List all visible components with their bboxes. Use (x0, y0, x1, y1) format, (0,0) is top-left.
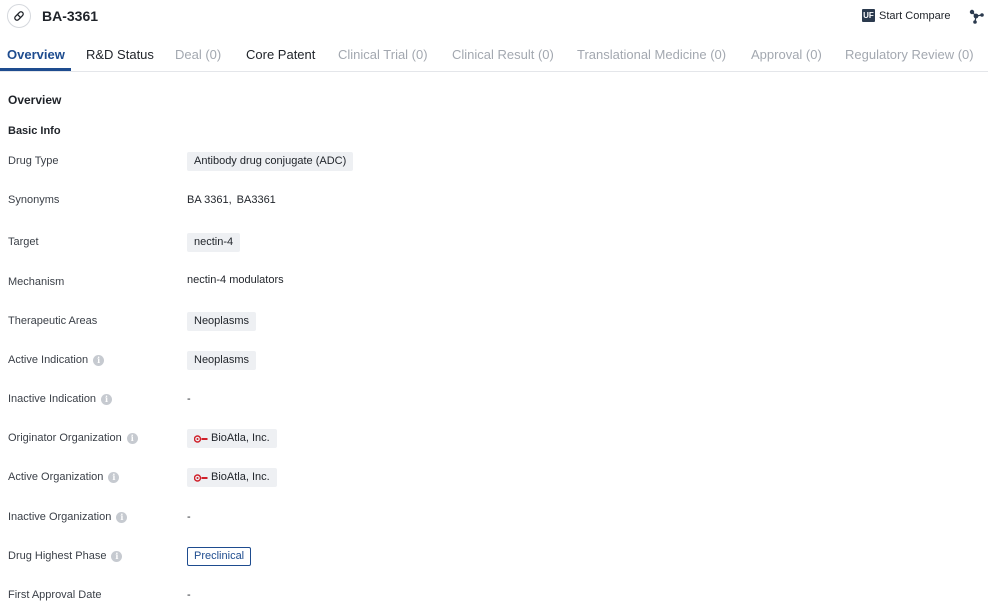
synonyms-value: BA 3361, BA3361 (187, 194, 276, 206)
originator-org-chip[interactable]: BioAtla, Inc. (187, 429, 277, 448)
active-org-label: Active Organization i (8, 471, 119, 483)
info-icon[interactable]: i (127, 433, 138, 444)
target-label: Target (8, 236, 39, 248)
active-indication-chip[interactable]: Neoplasms (187, 351, 256, 370)
inactive-indication-label: Inactive Indication i (8, 393, 112, 405)
bioatla-logo-icon (194, 474, 208, 482)
therapeutic-area-chip[interactable]: Neoplasms (187, 312, 256, 331)
compare-icon: UF (862, 9, 875, 22)
drug-type-label: Drug Type (8, 155, 59, 167)
first-approval-value: - (187, 589, 191, 601)
highest-phase-value: Preclinical (187, 547, 251, 566)
tab-core-patent[interactable]: Core Patent (246, 47, 315, 62)
mechanism-value: nectin-4 modulators (187, 274, 284, 286)
synonyms-label: Synonyms (8, 194, 59, 206)
basic-info-heading: Basic Info (8, 125, 61, 137)
drug-type-chip[interactable]: Antibody drug conjugate (ADC) (187, 152, 353, 171)
active-org-name: BioAtla, Inc. (211, 468, 270, 487)
drug-title: BA-3361 (42, 8, 98, 24)
info-icon[interactable]: i (101, 394, 112, 405)
drug-type-value: Antibody drug conjugate (ADC) (187, 152, 353, 171)
overview-heading: Overview (8, 93, 61, 107)
network-graph-icon[interactable] (968, 8, 984, 24)
page-header: BA-3361 UF Start Compare (0, 0, 988, 34)
active-tab-indicator (0, 68, 71, 71)
tab-approval[interactable]: Approval (0) (751, 47, 822, 62)
active-indication-label: Active Indication i (8, 354, 104, 366)
synonym-item: BA 3361, (187, 194, 232, 206)
inactive-org-text: - (187, 511, 191, 523)
therapeutic-areas-value: Neoplasms (187, 312, 256, 331)
tab-rd-status[interactable]: R&D Status (86, 47, 154, 62)
target-chip[interactable]: nectin-4 (187, 233, 240, 252)
start-compare-button[interactable]: UF Start Compare (862, 9, 951, 22)
therapeutic-areas-label: Therapeutic Areas (8, 315, 97, 327)
info-icon[interactable]: i (93, 355, 104, 366)
tab-clinical-trial[interactable]: Clinical Trial (0) (338, 47, 428, 62)
info-icon[interactable]: i (108, 472, 119, 483)
tab-clinical-result[interactable]: Clinical Result (0) (452, 47, 554, 62)
originator-org-label: Originator Organization i (8, 432, 138, 444)
highest-phase-badge[interactable]: Preclinical (187, 547, 251, 566)
info-icon[interactable]: i (111, 551, 122, 562)
originator-org-value: BioAtla, Inc. (187, 429, 277, 448)
first-approval-label: First Approval Date (8, 589, 102, 601)
info-icon[interactable]: i (116, 512, 127, 523)
active-org-value: BioAtla, Inc. (187, 468, 277, 487)
mechanism-text: nectin-4 modulators (187, 274, 284, 286)
highest-phase-label: Drug Highest Phase i (8, 550, 122, 562)
bioatla-logo-icon (194, 435, 208, 443)
inactive-indication-text: - (187, 393, 191, 405)
tab-regulatory-review[interactable]: Regulatory Review (0) (845, 47, 974, 62)
active-indication-value: Neoplasms (187, 351, 256, 370)
inactive-org-label: Inactive Organization i (8, 511, 127, 523)
active-org-chip[interactable]: BioAtla, Inc. (187, 468, 277, 487)
tab-overview[interactable]: Overview (7, 47, 65, 62)
tab-deal[interactable]: Deal (0) (175, 47, 221, 62)
originator-org-name: BioAtla, Inc. (211, 429, 270, 448)
tab-translational-medicine[interactable]: Translational Medicine (0) (577, 47, 726, 62)
start-compare-label: Start Compare (879, 10, 951, 22)
mechanism-label: Mechanism (8, 276, 64, 288)
first-approval-text: - (187, 589, 191, 601)
tab-bar: Overview R&D Status Deal (0) Core Patent… (0, 38, 988, 72)
inactive-org-value: - (187, 511, 191, 523)
synonym-item: BA3361 (237, 194, 276, 206)
target-value: nectin-4 (187, 233, 240, 252)
inactive-indication-value: - (187, 393, 191, 405)
pill-icon (7, 4, 31, 28)
